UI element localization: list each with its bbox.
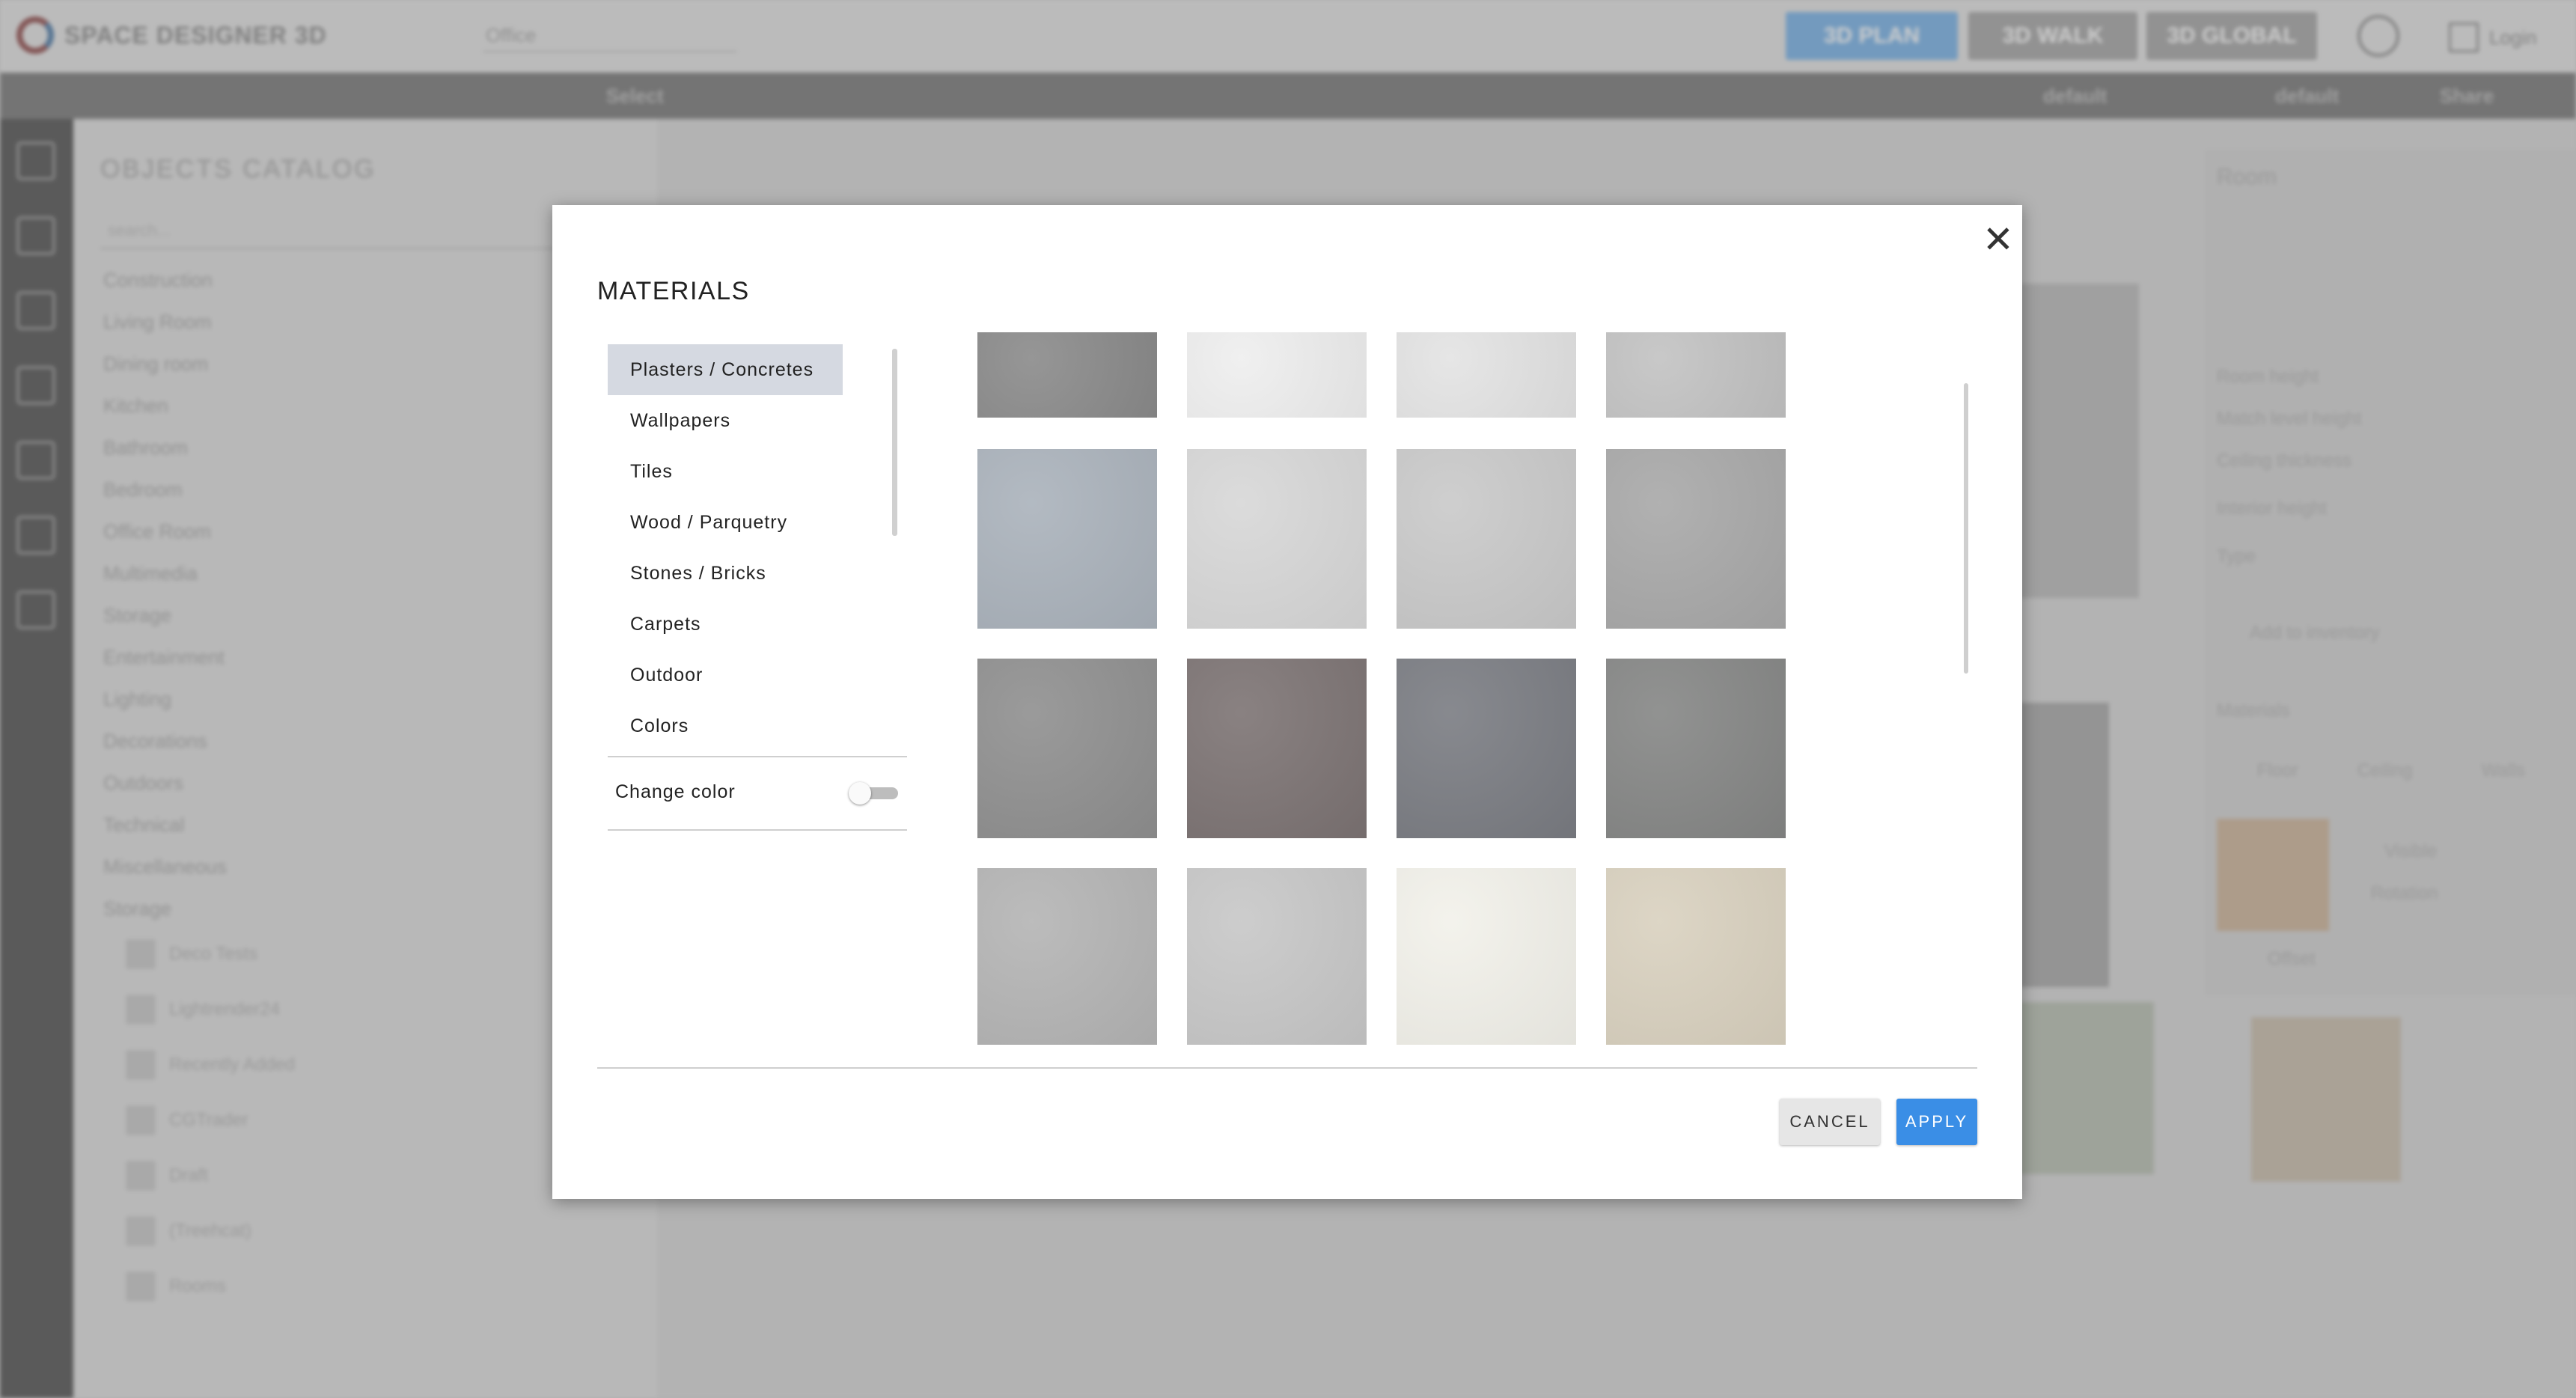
- material-category-item[interactable]: Outdoor: [608, 650, 843, 700]
- materials-dialog: ✕ MATERIALS Plasters / Concretes Wallpap…: [552, 205, 2022, 1199]
- swatch-grid-scrollbar[interactable]: [1964, 383, 1968, 674]
- material-swatch[interactable]: [977, 868, 1157, 1045]
- divider: [608, 829, 907, 831]
- material-swatch[interactable]: [1606, 332, 1786, 418]
- material-swatch[interactable]: [1397, 868, 1576, 1045]
- change-color-label: Change color: [615, 781, 736, 802]
- material-category-item[interactable]: Wallpapers: [608, 395, 843, 446]
- material-swatch[interactable]: [1397, 659, 1576, 838]
- material-swatch[interactable]: [1187, 449, 1367, 629]
- material-swatch[interactable]: [1606, 659, 1786, 838]
- material-category-item[interactable]: Plasters / Concretes: [608, 344, 843, 395]
- material-category-item[interactable]: Colors: [608, 700, 843, 751]
- material-swatch[interactable]: [977, 659, 1157, 838]
- cancel-button[interactable]: CANCEL: [1780, 1099, 1880, 1145]
- material-category-item[interactable]: Carpets: [608, 599, 843, 650]
- material-category-item[interactable]: Wood / Parquetry: [608, 497, 843, 548]
- dialog-title: MATERIALS: [597, 277, 750, 305]
- material-swatch[interactable]: [977, 332, 1157, 418]
- material-swatch[interactable]: [1187, 659, 1367, 838]
- material-swatch[interactable]: [1187, 868, 1367, 1045]
- category-scrollbar[interactable]: [892, 349, 897, 536]
- material-swatch[interactable]: [1187, 332, 1367, 418]
- material-swatch[interactable]: [1397, 449, 1576, 629]
- change-color-toggle[interactable]: [849, 781, 898, 805]
- divider: [608, 756, 907, 757]
- material-category-item[interactable]: Stones / Bricks: [608, 548, 843, 599]
- material-swatch-grid: [977, 332, 1861, 1248]
- material-swatch[interactable]: [1606, 868, 1786, 1045]
- footer-divider: [597, 1067, 1977, 1069]
- material-category-item[interactable]: Tiles: [608, 446, 843, 497]
- material-swatch[interactable]: [1397, 332, 1576, 418]
- material-swatch[interactable]: [977, 449, 1157, 629]
- material-category-list: Plasters / Concretes Wallpapers Tiles Wo…: [608, 344, 862, 751]
- toggle-knob: [849, 782, 871, 805]
- material-swatch[interactable]: [1606, 449, 1786, 629]
- close-icon[interactable]: ✕: [1976, 217, 2021, 262]
- apply-button[interactable]: APPLY: [1896, 1099, 1977, 1145]
